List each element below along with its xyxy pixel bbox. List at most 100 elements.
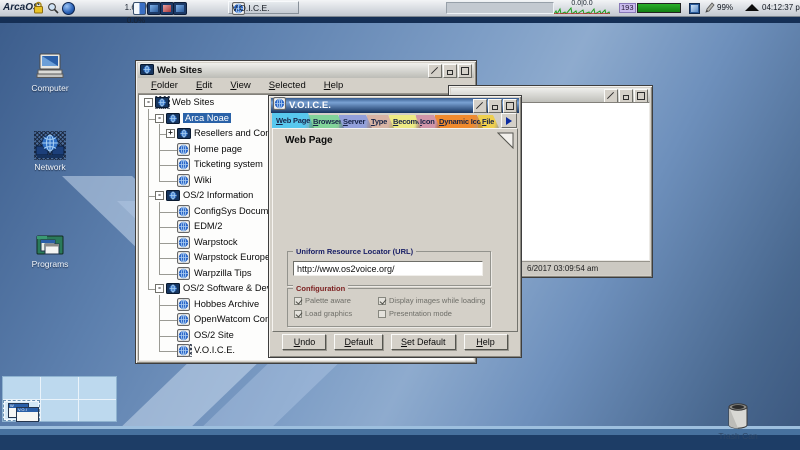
page-turn-corner-icon[interactable] (496, 132, 514, 150)
window-title: Web Sites (157, 65, 203, 76)
web-folder-icon (166, 282, 181, 295)
web-folder-icon (166, 112, 181, 125)
tree-connector-line (159, 134, 166, 135)
network-traffic-graph[interactable]: 0.0|0.0 (554, 0, 610, 15)
pager-cell[interactable] (3, 377, 40, 399)
traffic-spikes (554, 6, 610, 14)
url-icon (177, 142, 192, 156)
pager-mini-window[interactable]: V.O.I (16, 406, 39, 422)
checkbox-palette-aware[interactable]: Palette aware (294, 296, 378, 305)
url-icon (177, 220, 192, 233)
battery-percentage: 99% (717, 3, 734, 12)
hide-button[interactable] (428, 63, 442, 78)
tree-connector-line (159, 273, 177, 275)
menu-selected[interactable]: Selected (260, 80, 315, 91)
pager-cell-active[interactable]: W V.O.I (3, 399, 40, 422)
desktop-icon-computer[interactable]: Computer (22, 52, 78, 93)
web-sites-title-bar[interactable]: Web Sites (138, 63, 474, 78)
dialog-button-default[interactable]: Default (334, 334, 383, 350)
tree-connector-line (159, 335, 177, 337)
tree-item-label: Hobbes Archive (194, 298, 260, 309)
desktop-icon-network[interactable]: Network (22, 131, 78, 172)
url-group-box: Uniform Resource Locator (URL) (287, 247, 491, 286)
checkbox-load-graphics[interactable]: Load graphics (294, 309, 378, 318)
minimize-button[interactable] (443, 63, 457, 78)
tree-connector-line (148, 196, 155, 197)
configuration-group-box: Configuration Palette aware Display image… (287, 284, 491, 327)
monitor-icon[interactable] (173, 2, 187, 15)
pager-cell[interactable] (41, 377, 78, 399)
web-folder-icon (177, 127, 192, 140)
maximize-button[interactable] (634, 88, 648, 103)
dialog-button-set-default[interactable]: Set Default (390, 334, 456, 350)
taskbar: ArcaOS 1.6% / 0.0% NetworkWeb SitesV.O.I… (0, 0, 800, 25)
window-controls (428, 63, 472, 78)
pager-cell[interactable] (41, 399, 78, 421)
tree-item-label: Home page (194, 143, 243, 154)
url-input[interactable] (293, 261, 483, 276)
tree-item-label: Arca Noae (183, 112, 231, 123)
tab-dynamic-icon[interactable]: Dynamic Icon (435, 115, 483, 128)
tree-connector-line (148, 289, 155, 290)
tree-connector-line (159, 320, 177, 321)
pager-cell[interactable] (79, 399, 116, 421)
maximize-button[interactable] (458, 63, 472, 78)
voice-settings-dialog: V.O.I.C.E. Web Page Browser Server Type Beco… (268, 95, 522, 358)
desktop-icon-programs[interactable]: Programs (22, 231, 78, 269)
taskbar-clock[interactable]: 04:12:37 pm (762, 3, 800, 12)
dialog-button-undo[interactable]: Undo (282, 334, 327, 350)
menu-folder[interactable]: Folder (142, 80, 187, 91)
web-folder-icon (140, 62, 154, 80)
tree-item-label: Warpzilla Tips (194, 267, 252, 278)
memory-usage-bar[interactable] (637, 3, 681, 13)
tree-expander-minus-icon[interactable]: - (155, 284, 164, 293)
tree-expander-minus-icon[interactable]: - (144, 98, 153, 107)
checked-checkbox-icon (294, 309, 303, 318)
voice-title-bar[interactable]: V.O.I.C.E. (271, 96, 519, 115)
monitor-icon[interactable] (147, 2, 161, 15)
checkbox-presentation-mode[interactable]: Presentation mode (378, 309, 485, 318)
tray-monitor-icon[interactable] (689, 3, 700, 14)
monitor-icon[interactable] (160, 2, 174, 15)
tree-item-label: Warpstock (194, 236, 238, 247)
desktop-icon-label: Programs (31, 259, 69, 269)
pager-cell[interactable] (79, 377, 116, 399)
desktop-icon-trash-can[interactable]: Trash Can (708, 402, 768, 441)
dialog-button-help[interactable]: Help (463, 334, 508, 350)
url-icon (177, 158, 192, 171)
hide-button[interactable] (473, 98, 487, 113)
url-icon (177, 313, 192, 326)
window-list-icon[interactable] (133, 2, 146, 15)
tab-browser[interactable]: Browser (309, 115, 344, 128)
tree-expander-minus-icon[interactable]: - (155, 191, 164, 200)
tree-connector-line (148, 118, 155, 120)
minimize-button[interactable] (619, 88, 633, 103)
checkbox-label: Palette aware (305, 296, 351, 305)
unchecked-checkbox-icon (378, 309, 386, 318)
taskbar-window-button-v-o-i-c-e[interactable]: V.O.I.C.E. (228, 1, 299, 15)
configuration-checkboxes: Palette aware Display images while loadin… (294, 296, 485, 318)
tab-scroll-right-button[interactable] (501, 113, 517, 128)
hide-button[interactable] (604, 88, 618, 103)
tree-expander-minus-icon[interactable]: - (155, 113, 164, 123)
taskbar-window-button-label: V.O.I.C.E. (232, 2, 270, 13)
web-page-tab-panel: Web Page Uniform Resource Locator (URL) … (272, 128, 518, 332)
maximize-button[interactable] (503, 98, 517, 113)
power-icon[interactable] (62, 2, 75, 15)
menu-view[interactable]: View (221, 80, 259, 91)
checked-checkbox-icon (294, 296, 303, 305)
tree-item-label: Warpstock Europe (194, 252, 271, 262)
url-icon (177, 173, 192, 187)
minimize-button[interactable] (488, 98, 502, 113)
tree-expander-plus-icon[interactable]: + (166, 129, 175, 138)
menu-help[interactable]: Help (315, 80, 353, 91)
taskbar-empty-tray (446, 2, 554, 14)
tab-web-page[interactable]: Web Page (272, 113, 314, 128)
memory-value-badge[interactable]: 193 (619, 3, 636, 13)
window-title: V.O.I.C.E. (289, 100, 331, 111)
menu-edit[interactable]: Edit (187, 80, 221, 91)
checkbox-display-images-while-loading[interactable]: Display images while loading (378, 296, 485, 305)
eject-icon[interactable] (745, 4, 759, 11)
web-folder-icon (155, 96, 170, 109)
url-icon (273, 96, 286, 115)
